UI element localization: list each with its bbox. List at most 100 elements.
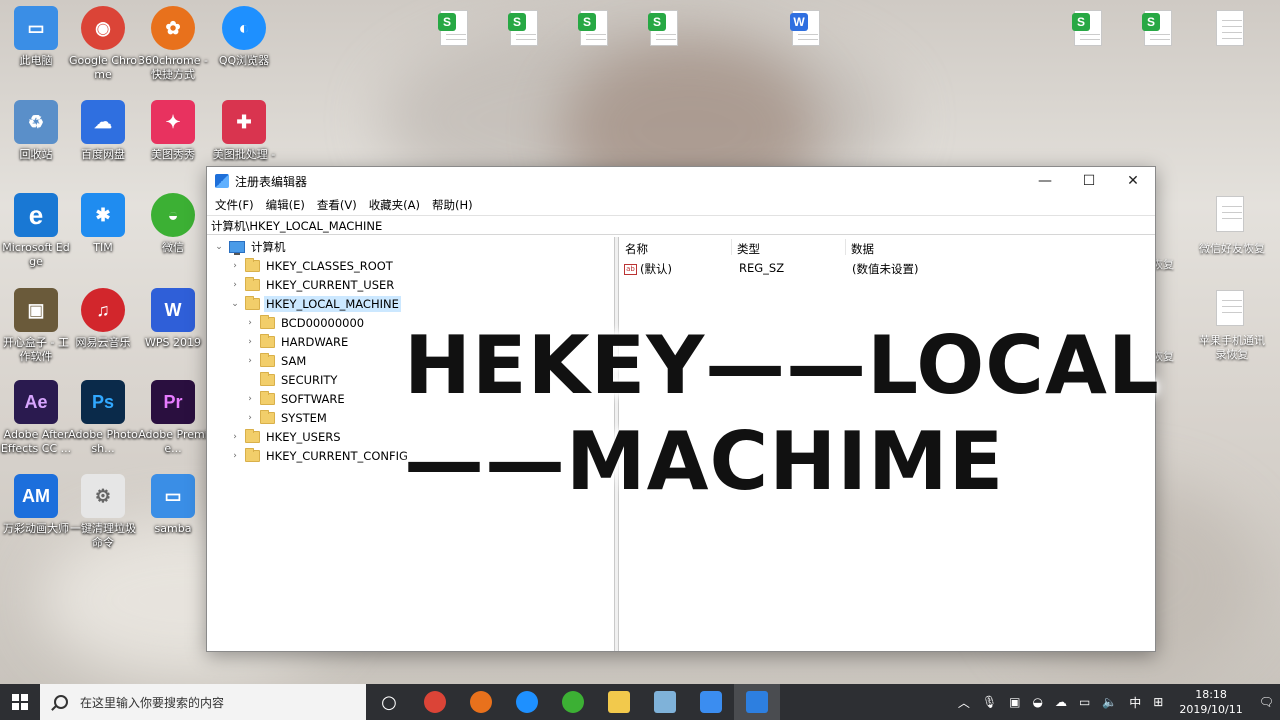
desktop-icon-360chrome[interactable]: ✿ 360chrome - 快捷方式 [137,6,209,82]
minimize-icon: — [1038,173,1052,189]
taskbar-app-qq-browser[interactable] [504,684,550,720]
ime-indicator[interactable]: 中 [1129,694,1141,711]
expand-arrow-icon[interactable]: ⌄ [213,242,225,252]
spreadsheet-file-icon[interactable]: S [506,8,542,48]
microphone-icon[interactable]: 🎙 [982,695,997,709]
collapse-arrow-icon[interactable]: › [244,337,256,347]
text-file-icon[interactable] [1212,8,1248,48]
tree-node-software[interactable]: › SOFTWARE [244,389,345,408]
spreadsheet-file-icon[interactable]: S [1140,8,1176,48]
desktop-icon-box-app[interactable]: ▣ 开心盒子 - 工作软件 [0,288,72,364]
desktop-icon-animation-master[interactable]: AM 万彩动画大师 [0,474,72,536]
value-row[interactable]: ab (默认) [624,261,672,277]
column-divider[interactable] [731,239,732,255]
menu-file[interactable]: 文件(F) [209,197,260,213]
tree-node-hkey-local-machine[interactable]: ⌄ HKEY_LOCAL_MACHINE [229,294,401,313]
taskbar-app-notepad[interactable] [642,684,688,720]
qq-browser-taskbar-icon [516,691,538,713]
tree-node-hardware[interactable]: › HARDWARE [244,332,348,351]
desktop-icon-cleanup-script[interactable]: ⚙ 一键清理垃圾命令 [67,474,139,550]
collapse-arrow-icon[interactable]: › [229,432,241,442]
show-hidden-icons-icon[interactable]: ︿ [958,694,970,711]
taskbar-app-360[interactable] [458,684,504,720]
tree-node-bcd[interactable]: › BCD00000000 [244,313,364,332]
desktop-icon-photoshop[interactable]: Ps Adobe Photosh... [67,380,139,456]
after-effects-icon: Ae [14,380,58,424]
menu-favorites[interactable]: 收藏夹(A) [363,197,426,213]
desktop-icon-baidu-netdisk[interactable]: ☁ 百度网盘 [67,100,139,162]
collapse-arrow-icon[interactable]: › [244,394,256,404]
box-app-icon: ▣ [14,288,58,332]
desktop-icon-recycle-bin[interactable]: ♻ 回收站 [0,100,72,162]
minimize-button[interactable]: — [1023,167,1067,195]
spreadsheet-file-icon[interactable]: S [436,8,472,48]
desktop-icon-meitu-batch[interactable]: ✚ 美图批处理 - [208,100,280,162]
desktop-icon-this-pc[interactable]: ▭ 此电脑 [0,6,72,68]
spreadsheet-file-icon[interactable]: S [576,8,612,48]
tree-node-security[interactable]: SECURITY [244,370,337,389]
column-header-data[interactable]: 数据 [851,241,874,257]
cloud-icon[interactable]: ☁ [1055,695,1067,709]
tree-node-hkey-users[interactable]: › HKEY_USERS [229,427,341,446]
start-button[interactable] [0,684,40,720]
clock[interactable]: 18:18 2019/10/11 [1179,687,1242,717]
desktop-icon-meitu[interactable]: ✦ 美图秀秀 [137,100,209,162]
collapse-arrow-icon[interactable]: › [229,451,241,461]
desktop-icon-wechat[interactable]: ◒ 微信 [137,193,209,255]
tree-node-computer[interactable]: ⌄ 计算机 [213,237,286,256]
taskbar-app-chrome[interactable] [412,684,458,720]
address-bar[interactable]: 计算机\HKEY_LOCAL_MACHINE [207,215,1155,235]
tree-node-sam[interactable]: › SAM [244,351,306,370]
folder-icon [260,390,275,405]
collapse-arrow-icon[interactable]: › [244,318,256,328]
desktop-icon-netease-music[interactable]: ♫ 网易云音乐 [67,288,139,350]
string-value-icon: ab [624,263,637,275]
network-icon[interactable]: ▭ [1079,695,1090,709]
taskbar-app-file-explorer[interactable] [596,684,642,720]
recycle-bin-icon: ♻ [14,100,58,144]
desktop-icon-after-effects[interactable]: Ae Adobe After Effects CC ... [0,380,72,456]
menu-help[interactable]: 帮助(H) [426,197,479,213]
title-bar[interactable]: 注册表编辑器 — ☐ ✕ [207,167,1155,195]
baidu-netdisk-icon: ☁ [81,100,125,144]
desktop-icon-tim[interactable]: ✱ TIM [67,193,139,255]
maximize-button[interactable]: ☐ [1067,167,1111,195]
taskbar-app-regedit[interactable] [734,684,780,720]
desktop-icon-qq-browser[interactable]: ◐ QQ浏览器 [208,6,280,68]
column-divider[interactable] [845,239,846,255]
ime-mode-icon[interactable]: ⊞ [1153,695,1163,709]
menu-edit[interactable]: 编辑(E) [260,197,311,213]
desktop-icon-samba[interactable]: ▭ samba [137,474,209,536]
document-file-icon[interactable] [1212,288,1248,328]
collapse-arrow-icon[interactable]: › [244,413,256,423]
desktop-icon-edge[interactable]: e Microsoft Edge [0,193,72,269]
tree-node-hkey-current-user[interactable]: › HKEY_CURRENT_USER [229,275,394,294]
tree-node-system[interactable]: › SYSTEM [244,408,327,427]
taskbar-app-wechat[interactable] [550,684,596,720]
taskbar-search-box[interactable]: 在这里输入你要搜索的内容 [40,684,366,720]
document-file-icon[interactable] [1212,194,1248,234]
desktop-icon-chrome[interactable]: ◉ Google Chrome [67,6,139,82]
expand-arrow-icon[interactable]: ⌄ [229,299,241,309]
notification-center-icon[interactable]: 🗨 [1259,695,1274,709]
spreadsheet-file-icon[interactable]: S [1070,8,1106,48]
spreadsheet-file-icon[interactable]: S [646,8,682,48]
task-view-button[interactable]: ○ [366,684,412,720]
collapse-arrow-icon[interactable]: › [229,261,241,271]
column-header-name[interactable]: 名称 [625,241,648,257]
collapse-arrow-icon[interactable]: › [244,356,256,366]
desktop-icon-premiere[interactable]: Pr Adobe Premie... [137,380,209,456]
feishu-taskbar-icon [700,691,722,713]
column-header-type[interactable]: 类型 [737,241,760,257]
tree-node-hkey-current-config[interactable]: › HKEY_CURRENT_CONFIG [229,446,408,465]
desktop-icon-wps[interactable]: W WPS 2019 [137,288,209,350]
camera-icon[interactable]: ▣ [1009,695,1020,709]
taskbar-app-feishu[interactable] [688,684,734,720]
close-button[interactable]: ✕ [1111,167,1155,195]
tree-node-hkey-classes-root[interactable]: › HKEY_CLASSES_ROOT [229,256,393,275]
word-file-icon[interactable]: W [788,8,824,48]
wechat-tray-icon[interactable]: ◒ [1033,695,1043,709]
volume-icon[interactable]: 🔈 [1102,695,1117,709]
menu-view[interactable]: 查看(V) [311,197,363,213]
collapse-arrow-icon[interactable]: › [229,280,241,290]
